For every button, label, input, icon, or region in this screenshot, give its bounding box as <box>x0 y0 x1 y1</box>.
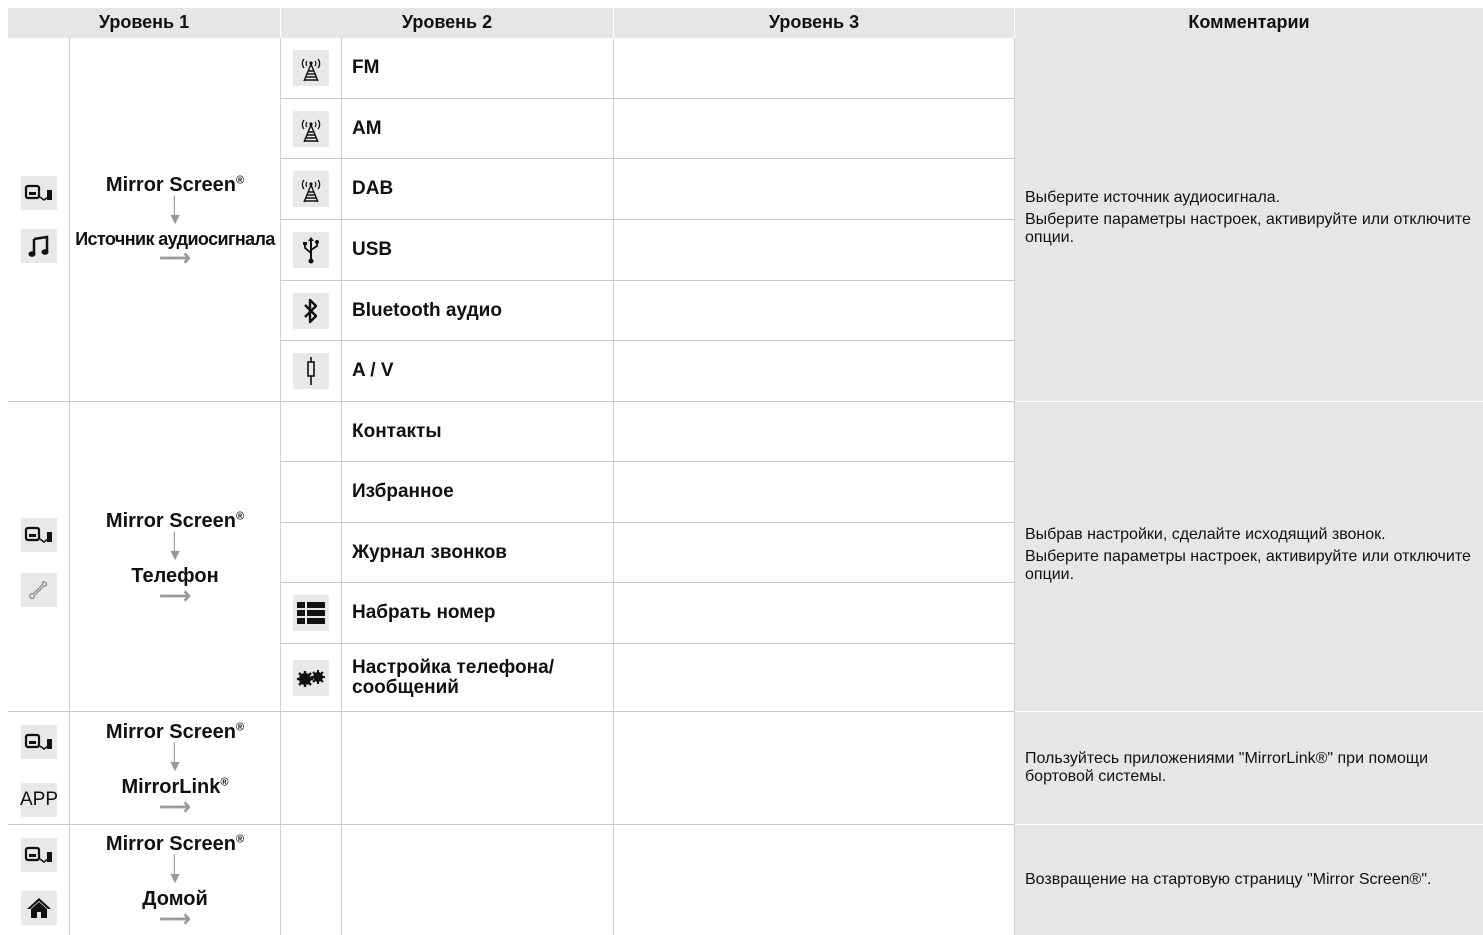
audio-level3-usb <box>614 220 1015 281</box>
arrow-right-icon: ⟶ <box>159 244 191 270</box>
phone-level3-settings <box>614 644 1015 712</box>
mirror-screen-icon <box>21 518 57 552</box>
audio-level3-bluetooth <box>614 281 1015 341</box>
phone-level1-icons <box>8 402 70 712</box>
audio-level3-dab <box>614 159 1015 220</box>
gears-icon <box>293 659 329 696</box>
phone-level3-favorites <box>614 462 1015 523</box>
bluetooth-icon <box>293 292 329 329</box>
empty-icon-cell <box>281 402 342 462</box>
audio-level1-icons <box>8 38 70 402</box>
av-jack-icon-cell <box>281 341 342 402</box>
usb-icon <box>293 232 329 268</box>
bluetooth-icon-cell <box>281 281 342 341</box>
home-level3-empty <box>614 825 1015 935</box>
antenna-icon-cell <box>281 99 342 159</box>
audio-item-av[interactable]: A / V <box>342 341 614 402</box>
dialpad-icon <box>293 595 329 631</box>
mirrorlink-comment: Пользуйтесь приложениями "MirrorLink®" п… <box>1015 712 1483 825</box>
mirrorlink-level2-empty <box>342 712 614 825</box>
antenna-icon <box>293 171 329 207</box>
phone-level1-path: Mirror Screen® │ ▼ Телефон ⟶ <box>70 402 281 712</box>
home-icon <box>21 891 57 925</box>
empty-icon-cell <box>281 825 342 935</box>
audio-item-am[interactable]: AM <box>342 99 614 159</box>
empty-icon-cell <box>281 712 342 825</box>
audio-item-usb[interactable]: USB <box>342 220 614 281</box>
audio-level1-path: Mirror Screen® │ ▼ Источник аудиосигнала … <box>70 38 281 402</box>
arrow-down-icon: │ ▼ <box>167 856 183 887</box>
mirror-screen-icon <box>21 838 57 872</box>
home-level2-empty <box>342 825 614 935</box>
phone-item-dial[interactable]: Набрать номер <box>342 583 614 644</box>
mirror-screen-title: Mirror Screen® <box>105 173 245 196</box>
audio-level3-fm <box>614 38 1015 99</box>
mirror-screen-icon <box>21 176 57 210</box>
phone-level3-call-log <box>614 523 1015 583</box>
empty-icon-cell <box>281 462 342 523</box>
phone-comment-line2: Выберите параметры настроек, активируйте… <box>1025 547 1471 583</box>
home-level1-path: Mirror Screen® │ ▼ Домой ⟶ <box>70 825 281 935</box>
header-comments: Комментарии <box>1015 8 1483 38</box>
phone-item-favorites[interactable]: Избранное <box>342 462 614 523</box>
arrow-right-icon: ⟶ <box>159 582 191 608</box>
phone-level3-dial <box>614 583 1015 644</box>
home-comment: Возвращение на стартовую страницу "Mirro… <box>1015 825 1483 935</box>
audio-item-dab[interactable]: DAB <box>342 159 614 220</box>
menu-table: Уровень 1 Уровень 2 Уровень 3 Комментари… <box>8 8 1483 935</box>
audio-item-bluetooth[interactable]: Bluetooth аудио <box>342 281 614 341</box>
audio-level3-av <box>614 341 1015 402</box>
header-level2: Уровень 2 <box>281 8 614 38</box>
usb-icon-cell <box>281 220 342 281</box>
arrow-right-icon: ⟶ <box>159 906 191 931</box>
phone-comment-line1: Выбрав настройки, сделайте исходящий зво… <box>1025 525 1386 543</box>
mirrorlink-level1-icons: APP <box>8 712 70 825</box>
phone-item-settings[interactable]: Настройка телефона/ сообщений <box>342 644 614 712</box>
mirror-screen-title: Mirror Screen® <box>105 721 245 743</box>
antenna-icon-cell <box>281 38 342 99</box>
mirror-screen-icon <box>21 725 57 759</box>
antenna-icon <box>293 50 329 86</box>
phone-comment: Выбрав настройки, сделайте исходящий зво… <box>1015 402 1483 712</box>
audio-comment-line2: Выберите параметры настроек, активируйте… <box>1025 210 1471 246</box>
antenna-icon-cell <box>281 159 342 220</box>
audio-comment-line1: Выберите источник аудиосигнала. <box>1025 188 1281 206</box>
av-jack-icon <box>293 353 329 389</box>
dialpad-icon-cell <box>281 583 342 644</box>
app-icon: APP <box>20 783 58 817</box>
antenna-icon <box>293 110 329 147</box>
header-level1: Уровень 1 <box>8 8 281 38</box>
audio-level3-am <box>614 99 1015 159</box>
music-note-icon <box>21 229 57 263</box>
audio-item-fm[interactable]: FM <box>342 38 614 99</box>
mirror-screen-title: Mirror Screen® <box>105 509 245 532</box>
arrow-down-icon: │ ▼ <box>167 196 183 228</box>
arrow-right-icon: ⟶ <box>159 794 191 819</box>
phone-level3-contacts <box>614 402 1015 462</box>
phone-item-contacts[interactable]: Контакты <box>342 402 614 462</box>
empty-icon-cell <box>281 523 342 583</box>
phone-item-call-log[interactable]: Журнал звонков <box>342 523 614 583</box>
mirrorlink-level3-empty <box>614 712 1015 825</box>
mirrorlink-level1-path: Mirror Screen® │ ▼ MirrorLink® ⟶ <box>70 712 281 825</box>
mirror-screen-title: Mirror Screen® <box>105 833 245 855</box>
arrow-down-icon: │ ▼ <box>167 532 183 564</box>
home-level1-icons <box>8 825 70 935</box>
gears-icon-cell <box>281 644 342 712</box>
audio-comment: Выберите источник аудиосигнала. Выберите… <box>1015 38 1483 402</box>
arrow-down-icon: │ ▼ <box>167 744 183 775</box>
phone-handset-icon <box>21 573 57 607</box>
header-level3: Уровень 3 <box>614 8 1015 38</box>
